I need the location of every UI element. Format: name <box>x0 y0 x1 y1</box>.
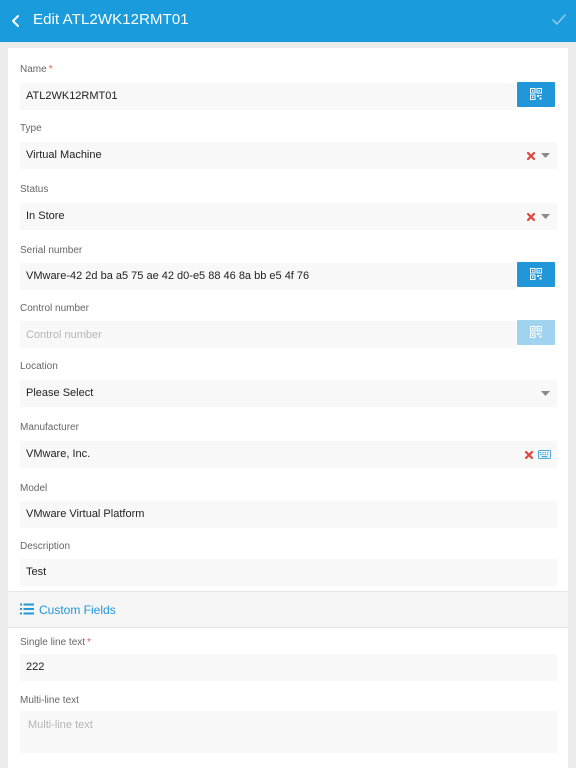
list-icon <box>20 603 34 615</box>
description-value: Test <box>26 566 47 578</box>
model-field[interactable]: VMware Virtual Platform <box>20 501 557 528</box>
close-icon[interactable] <box>526 151 536 161</box>
edit-form: Name * ATL2WK12RMT01 Type Virtual Machine… <box>8 48 568 768</box>
type-select[interactable]: Virtual Machine <box>20 142 557 169</box>
custom-fields-header: Custom Fields <box>8 591 568 628</box>
model-label: Model <box>20 483 48 494</box>
location-select[interactable]: Please Select <box>20 380 557 407</box>
caret-down-icon[interactable] <box>541 214 550 220</box>
qr-code-icon <box>530 326 542 338</box>
qr-code-icon <box>530 268 542 280</box>
serial-scan-button[interactable] <box>517 262 555 287</box>
chevron-left-icon <box>12 15 19 27</box>
manufacturer-value: VMware, Inc. <box>26 448 91 460</box>
multi-line-label: Multi-line text <box>20 695 79 706</box>
save-button[interactable] <box>550 11 568 29</box>
close-icon[interactable] <box>524 450 534 460</box>
control-field[interactable] <box>20 321 516 348</box>
serial-field[interactable]: VMware-42 2d ba a5 75 ae 42 d0-e5 88 46 … <box>20 263 516 290</box>
keyboard-icon[interactable] <box>538 450 551 459</box>
status-value: In Store <box>26 210 65 222</box>
section-title: Custom Fields <box>39 603 116 617</box>
name-scan-button[interactable] <box>517 82 555 107</box>
name-field[interactable]: ATL2WK12RMT01 <box>20 83 516 110</box>
page-title: Edit ATL2WK12RMT01 <box>33 11 189 28</box>
control-number-input[interactable] <box>20 321 516 348</box>
type-value: Virtual Machine <box>26 149 102 161</box>
top-bar: Edit ATL2WK12RMT01 <box>0 0 576 42</box>
close-icon[interactable] <box>526 212 536 222</box>
back-button[interactable] <box>8 11 26 31</box>
qr-code-icon <box>530 88 542 100</box>
multi-line-placeholder: Multi-line text <box>28 719 93 731</box>
manufacturer-label: Manufacturer <box>20 422 79 433</box>
required-marker: * <box>87 637 91 648</box>
location-value: Please Select <box>26 387 94 399</box>
caret-down-icon[interactable] <box>541 153 550 159</box>
description-label: Description <box>20 541 71 552</box>
serial-label: Serial number <box>20 245 83 256</box>
single-line-value: 222 <box>26 661 45 673</box>
serial-value: VMware-42 2d ba a5 75 ae 42 d0-e5 88 46 … <box>26 270 310 282</box>
status-label: Status <box>20 184 49 195</box>
caret-down-icon[interactable] <box>541 391 550 397</box>
location-label: Location <box>20 361 58 372</box>
model-value: VMware Virtual Platform <box>26 508 145 520</box>
name-label: Name * <box>20 64 53 75</box>
name-value: ATL2WK12RMT01 <box>26 90 118 102</box>
status-select[interactable]: In Store <box>20 203 557 230</box>
control-scan-button[interactable] <box>517 320 555 345</box>
type-label: Type <box>20 123 42 134</box>
description-field[interactable]: Test <box>20 559 557 586</box>
single-line-field[interactable]: 222 <box>20 654 557 681</box>
manufacturer-field[interactable]: VMware, Inc. <box>20 441 557 468</box>
multi-line-field[interactable]: Multi-line text <box>20 711 557 753</box>
control-label: Control number <box>20 303 89 314</box>
required-marker: * <box>48 64 53 75</box>
checkmark-icon <box>552 14 566 25</box>
single-line-label: Single line text * <box>20 637 91 648</box>
